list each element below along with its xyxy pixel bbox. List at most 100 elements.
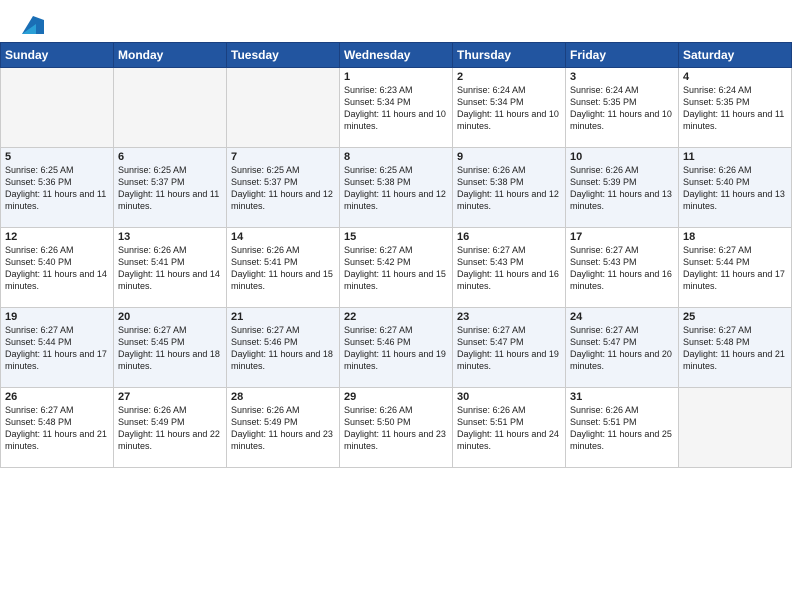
calendar-cell: 3Sunrise: 6:24 AM Sunset: 5:35 PM Daylig… — [566, 68, 679, 148]
calendar-cell: 26Sunrise: 6:27 AM Sunset: 5:48 PM Dayli… — [1, 388, 114, 468]
calendar-cell: 24Sunrise: 6:27 AM Sunset: 5:47 PM Dayli… — [566, 308, 679, 388]
day-number: 15 — [344, 231, 448, 243]
day-info: Sunrise: 6:27 AM Sunset: 5:43 PM Dayligh… — [457, 244, 561, 293]
day-info: Sunrise: 6:27 AM Sunset: 5:47 PM Dayligh… — [570, 324, 674, 373]
week-row-4: 19Sunrise: 6:27 AM Sunset: 5:44 PM Dayli… — [1, 308, 792, 388]
day-number: 13 — [118, 231, 222, 243]
day-info: Sunrise: 6:27 AM Sunset: 5:45 PM Dayligh… — [118, 324, 222, 373]
day-info: Sunrise: 6:26 AM Sunset: 5:50 PM Dayligh… — [344, 404, 448, 453]
day-info: Sunrise: 6:27 AM Sunset: 5:42 PM Dayligh… — [344, 244, 448, 293]
day-number: 7 — [231, 151, 335, 163]
day-info: Sunrise: 6:24 AM Sunset: 5:34 PM Dayligh… — [457, 84, 561, 133]
day-number: 17 — [570, 231, 674, 243]
calendar-cell: 4Sunrise: 6:24 AM Sunset: 5:35 PM Daylig… — [679, 68, 792, 148]
calendar-cell: 27Sunrise: 6:26 AM Sunset: 5:49 PM Dayli… — [114, 388, 227, 468]
weekday-friday: Friday — [566, 43, 679, 68]
calendar-cell: 16Sunrise: 6:27 AM Sunset: 5:43 PM Dayli… — [453, 228, 566, 308]
week-row-1: 1Sunrise: 6:23 AM Sunset: 5:34 PM Daylig… — [1, 68, 792, 148]
day-number: 24 — [570, 311, 674, 323]
calendar-cell: 12Sunrise: 6:26 AM Sunset: 5:40 PM Dayli… — [1, 228, 114, 308]
day-info: Sunrise: 6:25 AM Sunset: 5:38 PM Dayligh… — [344, 164, 448, 213]
day-number: 21 — [231, 311, 335, 323]
calendar-cell: 25Sunrise: 6:27 AM Sunset: 5:48 PM Dayli… — [679, 308, 792, 388]
calendar-cell: 19Sunrise: 6:27 AM Sunset: 5:44 PM Dayli… — [1, 308, 114, 388]
day-info: Sunrise: 6:26 AM Sunset: 5:41 PM Dayligh… — [118, 244, 222, 293]
day-info: Sunrise: 6:27 AM Sunset: 5:47 PM Dayligh… — [457, 324, 561, 373]
day-number: 29 — [344, 391, 448, 403]
day-number: 10 — [570, 151, 674, 163]
weekday-header: SundayMondayTuesdayWednesdayThursdayFrid… — [1, 43, 792, 68]
day-info: Sunrise: 6:27 AM Sunset: 5:46 PM Dayligh… — [344, 324, 448, 373]
day-info: Sunrise: 6:26 AM Sunset: 5:51 PM Dayligh… — [570, 404, 674, 453]
calendar-cell: 21Sunrise: 6:27 AM Sunset: 5:46 PM Dayli… — [227, 308, 340, 388]
logo-icon — [22, 16, 44, 34]
calendar-cell: 17Sunrise: 6:27 AM Sunset: 5:43 PM Dayli… — [566, 228, 679, 308]
calendar-cell — [227, 68, 340, 148]
calendar-cell: 9Sunrise: 6:26 AM Sunset: 5:38 PM Daylig… — [453, 148, 566, 228]
calendar-cell: 10Sunrise: 6:26 AM Sunset: 5:39 PM Dayli… — [566, 148, 679, 228]
day-number: 26 — [5, 391, 109, 403]
calendar-cell: 22Sunrise: 6:27 AM Sunset: 5:46 PM Dayli… — [340, 308, 453, 388]
day-number: 23 — [457, 311, 561, 323]
calendar-cell — [114, 68, 227, 148]
day-info: Sunrise: 6:26 AM Sunset: 5:40 PM Dayligh… — [5, 244, 109, 293]
calendar-cell — [1, 68, 114, 148]
day-number: 3 — [570, 71, 674, 83]
calendar-cell: 7Sunrise: 6:25 AM Sunset: 5:37 PM Daylig… — [227, 148, 340, 228]
calendar-cell: 6Sunrise: 6:25 AM Sunset: 5:37 PM Daylig… — [114, 148, 227, 228]
day-number: 28 — [231, 391, 335, 403]
logo — [20, 16, 44, 34]
day-number: 30 — [457, 391, 561, 403]
day-info: Sunrise: 6:26 AM Sunset: 5:49 PM Dayligh… — [118, 404, 222, 453]
day-info: Sunrise: 6:24 AM Sunset: 5:35 PM Dayligh… — [570, 84, 674, 133]
day-number: 9 — [457, 151, 561, 163]
day-info: Sunrise: 6:27 AM Sunset: 5:46 PM Dayligh… — [231, 324, 335, 373]
day-number: 1 — [344, 71, 448, 83]
day-info: Sunrise: 6:25 AM Sunset: 5:37 PM Dayligh… — [118, 164, 222, 213]
weekday-sunday: Sunday — [1, 43, 114, 68]
day-number: 2 — [457, 71, 561, 83]
page: SundayMondayTuesdayWednesdayThursdayFrid… — [0, 0, 792, 612]
calendar-cell: 8Sunrise: 6:25 AM Sunset: 5:38 PM Daylig… — [340, 148, 453, 228]
day-info: Sunrise: 6:26 AM Sunset: 5:39 PM Dayligh… — [570, 164, 674, 213]
calendar-cell: 13Sunrise: 6:26 AM Sunset: 5:41 PM Dayli… — [114, 228, 227, 308]
day-info: Sunrise: 6:27 AM Sunset: 5:48 PM Dayligh… — [683, 324, 787, 373]
day-number: 27 — [118, 391, 222, 403]
day-number: 22 — [344, 311, 448, 323]
day-number: 31 — [570, 391, 674, 403]
day-info: Sunrise: 6:26 AM Sunset: 5:49 PM Dayligh… — [231, 404, 335, 453]
day-info: Sunrise: 6:27 AM Sunset: 5:44 PM Dayligh… — [5, 324, 109, 373]
logo-text — [20, 16, 44, 34]
week-row-2: 5Sunrise: 6:25 AM Sunset: 5:36 PM Daylig… — [1, 148, 792, 228]
calendar-cell: 18Sunrise: 6:27 AM Sunset: 5:44 PM Dayli… — [679, 228, 792, 308]
day-number: 20 — [118, 311, 222, 323]
calendar-cell: 15Sunrise: 6:27 AM Sunset: 5:42 PM Dayli… — [340, 228, 453, 308]
calendar-cell: 11Sunrise: 6:26 AM Sunset: 5:40 PM Dayli… — [679, 148, 792, 228]
day-info: Sunrise: 6:25 AM Sunset: 5:36 PM Dayligh… — [5, 164, 109, 213]
day-info: Sunrise: 6:26 AM Sunset: 5:40 PM Dayligh… — [683, 164, 787, 213]
day-number: 4 — [683, 71, 787, 83]
week-row-5: 26Sunrise: 6:27 AM Sunset: 5:48 PM Dayli… — [1, 388, 792, 468]
day-number: 5 — [5, 151, 109, 163]
header — [0, 0, 792, 42]
day-info: Sunrise: 6:26 AM Sunset: 5:38 PM Dayligh… — [457, 164, 561, 213]
day-info: Sunrise: 6:26 AM Sunset: 5:51 PM Dayligh… — [457, 404, 561, 453]
day-info: Sunrise: 6:26 AM Sunset: 5:41 PM Dayligh… — [231, 244, 335, 293]
day-number: 16 — [457, 231, 561, 243]
calendar-cell: 2Sunrise: 6:24 AM Sunset: 5:34 PM Daylig… — [453, 68, 566, 148]
calendar-cell: 29Sunrise: 6:26 AM Sunset: 5:50 PM Dayli… — [340, 388, 453, 468]
calendar-cell: 1Sunrise: 6:23 AM Sunset: 5:34 PM Daylig… — [340, 68, 453, 148]
day-number: 14 — [231, 231, 335, 243]
calendar-cell: 20Sunrise: 6:27 AM Sunset: 5:45 PM Dayli… — [114, 308, 227, 388]
calendar-cell: 31Sunrise: 6:26 AM Sunset: 5:51 PM Dayli… — [566, 388, 679, 468]
day-info: Sunrise: 6:27 AM Sunset: 5:44 PM Dayligh… — [683, 244, 787, 293]
day-number: 19 — [5, 311, 109, 323]
weekday-wednesday: Wednesday — [340, 43, 453, 68]
calendar-cell: 14Sunrise: 6:26 AM Sunset: 5:41 PM Dayli… — [227, 228, 340, 308]
day-info: Sunrise: 6:23 AM Sunset: 5:34 PM Dayligh… — [344, 84, 448, 133]
weekday-thursday: Thursday — [453, 43, 566, 68]
day-number: 6 — [118, 151, 222, 163]
calendar-cell: 28Sunrise: 6:26 AM Sunset: 5:49 PM Dayli… — [227, 388, 340, 468]
day-number: 25 — [683, 311, 787, 323]
day-info: Sunrise: 6:24 AM Sunset: 5:35 PM Dayligh… — [683, 84, 787, 133]
